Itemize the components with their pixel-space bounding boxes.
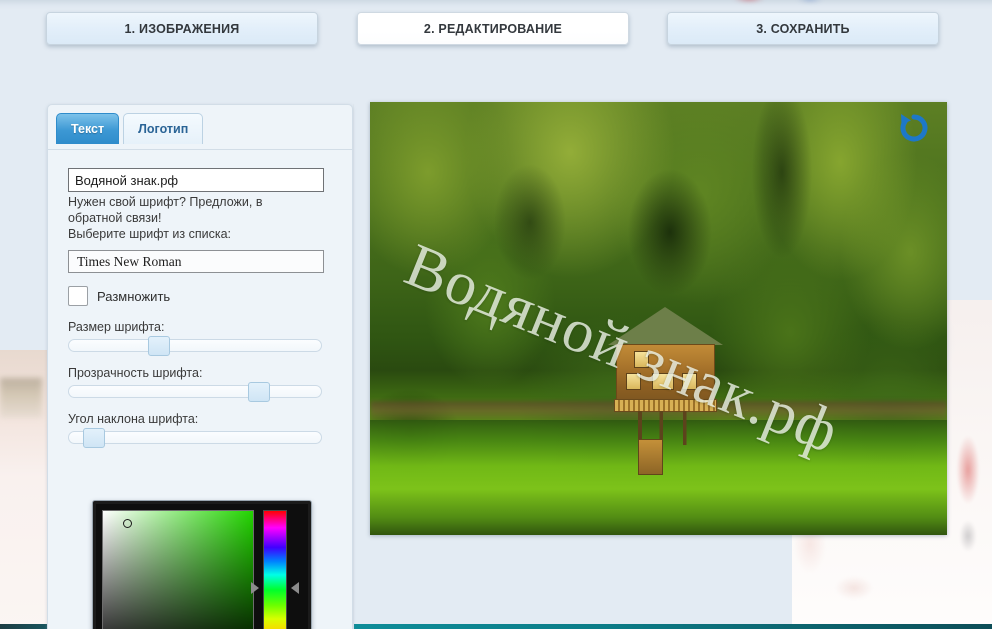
font-size-slider-block: Размер шрифта:: [68, 320, 332, 356]
angle-slider-handle[interactable]: [82, 428, 105, 448]
settings-panel: Текст Логотип Нужен свой шрифт? Предложи…: [47, 104, 353, 629]
color-hue-slider[interactable]: [251, 510, 299, 629]
opacity-slider-label: Прозрачность шрифта:: [68, 366, 203, 380]
step-button-editing[interactable]: 2. РЕДАКТИРОВАНИЕ: [357, 12, 629, 45]
tile-checkbox-label: Размножить: [97, 288, 171, 304]
font-select[interactable]: Times New Roman: [68, 250, 324, 273]
settings-panel-body: Нужен свой шрифт? Предложи, в обратной с…: [48, 149, 352, 629]
cabin-roof: [608, 307, 723, 345]
tile-checkbox[interactable]: [68, 286, 88, 306]
opacity-slider-handle[interactable]: [247, 382, 270, 402]
cabin-window-left: [626, 373, 641, 390]
opacity-slider[interactable]: [68, 382, 322, 402]
preview-photo-cabin: [608, 307, 723, 475]
tile-checkbox-row: Размножить: [68, 286, 332, 306]
font-size-slider-handle[interactable]: [147, 336, 170, 356]
panel-divider: [353, 104, 354, 629]
font-hint-line-2: обратной связи!: [68, 211, 162, 225]
cabin-window-attic: [634, 351, 649, 368]
tab-text-label: Текст: [71, 122, 105, 136]
cabin-shed: [638, 439, 663, 475]
step-label-images: 1. ИЗОБРАЖЕНИЯ: [124, 21, 240, 36]
background-figure-red: [944, 418, 992, 568]
angle-slider-block: Угол наклона шрифта:: [68, 412, 332, 448]
watermark-editor-page: 1. ИЗОБРАЖЕНИЯ 2. РЕДАКТИРОВАНИЕ 3. СОХР…: [0, 0, 992, 629]
rotate-ccw-icon[interactable]: [897, 111, 931, 145]
font-size-slider-label: Размер шрифта:: [68, 320, 165, 334]
step-button-save[interactable]: 3. СОХРАНИТЬ: [667, 12, 939, 45]
cabin-window-center: [652, 373, 674, 390]
background-blob-pink: [726, 0, 772, 6]
tab-text[interactable]: Текст: [56, 113, 120, 144]
hue-marker-right-icon: [291, 582, 299, 594]
hue-marker-left-icon: [251, 582, 259, 594]
angle-slider[interactable]: [68, 428, 322, 448]
tab-logo[interactable]: Логотип: [123, 113, 204, 144]
page-top-band: [0, 0, 992, 10]
step-label-editing: 2. РЕДАКТИРОВАНИЕ: [423, 21, 563, 36]
angle-slider-label: Угол наклона шрифта:: [68, 412, 199, 426]
image-preview[interactable]: Водяной знак.рф: [370, 102, 947, 535]
panel-tabs: Текст Логотип: [56, 113, 204, 144]
color-picker[interactable]: [92, 500, 312, 629]
tab-logo-label: Логотип: [138, 122, 189, 136]
hue-strip[interactable]: [263, 510, 287, 629]
cabin-window-right: [682, 373, 697, 390]
font-hint-line-3: Выберите шрифт из списка:: [68, 227, 232, 241]
color-saturation-value-area[interactable]: [102, 510, 254, 629]
step-navigation: 1. ИЗОБРАЖЕНИЯ 2. РЕДАКТИРОВАНИЕ 3. СОХР…: [0, 12, 992, 48]
step-label-save: 3. СОХРАНИТЬ: [756, 21, 850, 36]
color-picker-cursor[interactable]: [122, 518, 132, 528]
font-size-slider[interactable]: [68, 336, 322, 356]
font-select-value: Times New Roman: [77, 253, 182, 269]
background-blob-blue: [790, 0, 830, 6]
opacity-slider-block: Прозрачность шрифта:: [68, 366, 332, 402]
font-hint-line-1: Нужен свой шрифт? Предложи, в: [68, 195, 263, 209]
step-button-images[interactable]: 1. ИЗОБРАЖЕНИЯ: [46, 12, 318, 45]
watermark-text-input[interactable]: [68, 168, 324, 192]
